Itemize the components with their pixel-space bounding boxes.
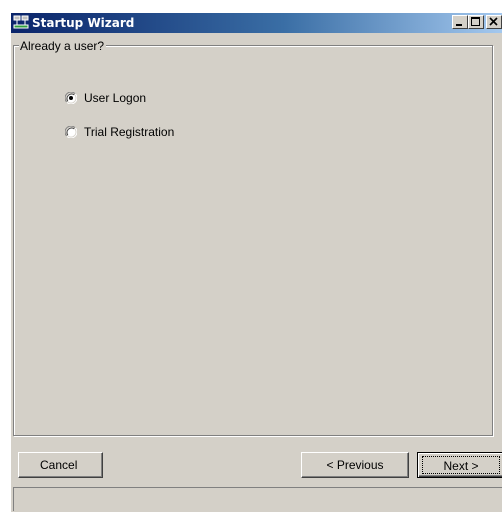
radio-user-logon[interactable]: User Logon <box>65 90 146 106</box>
status-bar <box>13 487 502 511</box>
maximize-button[interactable] <box>468 15 484 29</box>
title-bar[interactable]: Startup Wizard <box>11 13 502 33</box>
radio-trial-registration[interactable]: Trial Registration <box>65 124 174 140</box>
close-icon <box>489 17 498 26</box>
cancel-button[interactable]: Cancel <box>18 452 103 478</box>
startup-wizard-window: Startup Wizard Already a user? User Logo… <box>10 12 502 512</box>
groupbox-legend: Already a user? <box>19 39 107 53</box>
minimize-button[interactable] <box>452 15 468 29</box>
network-app-icon <box>13 15 29 31</box>
close-button[interactable] <box>486 15 502 29</box>
previous-button[interactable]: < Previous <box>301 452 409 478</box>
radio-unselected-icon[interactable] <box>65 126 77 138</box>
next-button-label: Next > <box>422 456 500 474</box>
next-button[interactable]: Next > <box>417 452 502 478</box>
radio-label-trial-registration: Trial Registration <box>84 125 175 139</box>
radio-label-user-logon: User Logon <box>84 91 147 105</box>
window-title: Startup Wizard <box>32 16 135 30</box>
maximize-icon <box>471 17 480 26</box>
radio-selected-icon[interactable] <box>65 92 77 104</box>
minimize-icon <box>456 24 462 26</box>
